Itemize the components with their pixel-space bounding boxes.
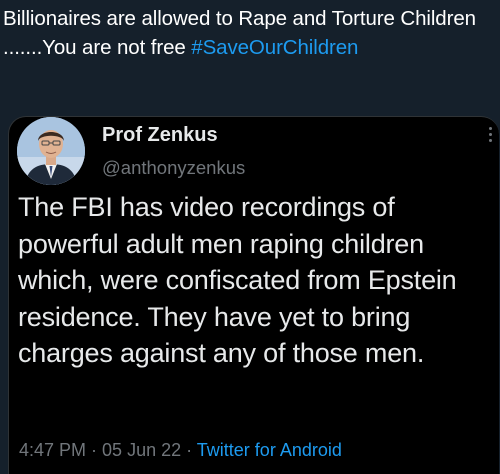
meta-separator: · (86, 440, 103, 460)
tweet-meta: 4:47 PM · 05 Jun 22 · Twitter for Androi… (19, 440, 342, 461)
tweet-source-link[interactable]: Twitter for Android (197, 440, 342, 460)
user-handle[interactable]: @anthonyzenkus (102, 157, 245, 179)
vertical-dots-icon[interactable] (489, 127, 493, 142)
display-name[interactable]: Prof Zenkus (102, 124, 218, 147)
post-text: Billionaires are allowed to Rape and Tor… (3, 4, 497, 62)
avatar-photo-icon (17, 117, 85, 185)
avatar[interactable] (17, 117, 85, 185)
tweet-date[interactable]: 05 Jun 22 (102, 440, 181, 460)
meta-separator: · (181, 440, 197, 460)
tweet-time[interactable]: 4:47 PM (19, 440, 86, 460)
tweet-text: The FBI has video recordings of powerful… (18, 192, 457, 368)
embedded-tweet-card[interactable]: Prof Zenkus @anthonyzenkus The FBI has v… (8, 116, 499, 474)
hashtag-link[interactable]: #SaveOurChildren (191, 36, 358, 59)
